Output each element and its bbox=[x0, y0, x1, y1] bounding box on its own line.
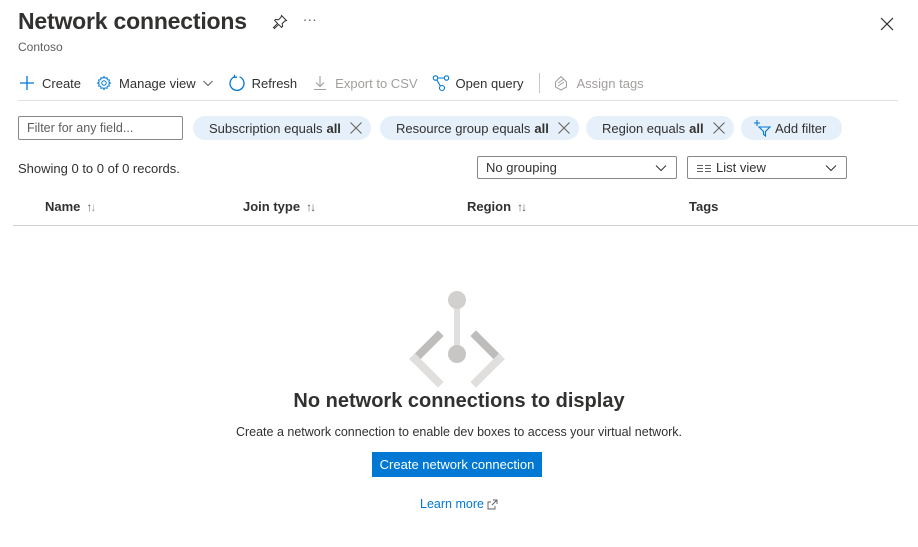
export-csv-button[interactable]: Export to CSV bbox=[311, 74, 418, 92]
empty-state-description: Create a network connection to enable de… bbox=[235, 425, 683, 439]
sort-icon: ↑↓ bbox=[517, 199, 527, 214]
learn-more-container: Learn more bbox=[0, 497, 918, 511]
column-header-tags: Tags bbox=[689, 199, 718, 214]
grouping-selected: No grouping bbox=[486, 160, 557, 175]
column-label: Tags bbox=[689, 199, 719, 214]
network-connection-icon bbox=[409, 291, 505, 388]
sort-icon: ↑↓ bbox=[86, 199, 96, 214]
filter-input[interactable] bbox=[18, 116, 183, 140]
sort-icon: ↑↓ bbox=[306, 199, 316, 214]
assign-tags-button[interactable]: Assign tags bbox=[552, 74, 644, 92]
column-label: Region bbox=[467, 199, 512, 214]
refresh-button[interactable]: Refresh bbox=[228, 74, 298, 92]
remove-filter-icon[interactable] bbox=[557, 121, 571, 135]
create-network-connection-button[interactable]: Create network connection bbox=[372, 452, 542, 477]
open-query-label: Open query bbox=[455, 75, 524, 91]
list-view-icon bbox=[696, 162, 712, 174]
chevron-down-icon bbox=[824, 161, 838, 175]
empty-state-title: No network connections to display bbox=[293, 390, 625, 412]
view-dropdown[interactable]: List view bbox=[687, 156, 847, 179]
plus-icon bbox=[18, 74, 36, 92]
column-header-region[interactable]: Region ↑↓ bbox=[467, 199, 527, 214]
pin-icon[interactable] bbox=[271, 13, 289, 31]
toolbar-divider-line bbox=[18, 100, 898, 101]
chevron-down-icon bbox=[202, 77, 214, 89]
add-filter-label: Add filter bbox=[775, 120, 827, 136]
tag-icon bbox=[552, 74, 570, 92]
add-filter-button[interactable]: Add filter bbox=[741, 116, 843, 140]
manage-view-button[interactable]: Manage view bbox=[95, 74, 214, 92]
download-icon bbox=[311, 74, 329, 92]
page-subtitle: Contoso bbox=[18, 40, 63, 54]
filter-pill-value: all bbox=[326, 120, 341, 136]
gear-icon bbox=[95, 74, 113, 92]
table-header: Name ↑↓ Join type ↑↓ Region ↑↓ Tags bbox=[13, 195, 918, 226]
export-csv-label: Export to CSV bbox=[335, 75, 418, 91]
close-icon[interactable] bbox=[878, 15, 896, 33]
filter-pill-label: Subscription equals bbox=[209, 120, 323, 136]
more-options-icon[interactable]: ··· bbox=[303, 12, 317, 26]
filter-pill-region[interactable]: Region equals all bbox=[586, 116, 734, 140]
learn-more-link[interactable]: Learn more bbox=[420, 497, 498, 511]
column-header-name[interactable]: Name ↑↓ bbox=[45, 199, 96, 214]
remove-filter-icon[interactable] bbox=[712, 121, 726, 135]
view-selected: List view bbox=[716, 160, 766, 175]
filter-pill-label: Region equals bbox=[602, 120, 686, 136]
filter-pill-value: all bbox=[689, 120, 704, 136]
page-title: Network connections bbox=[18, 8, 247, 34]
toolbar-divider bbox=[539, 73, 541, 93]
grouping-dropdown[interactable]: No grouping bbox=[477, 156, 677, 179]
filter-pill-value: all bbox=[534, 120, 549, 136]
assign-tags-label: Assign tags bbox=[576, 75, 644, 91]
manage-view-label: Manage view bbox=[119, 75, 196, 91]
create-button[interactable]: Create bbox=[18, 74, 81, 92]
create-label: Create bbox=[42, 75, 82, 91]
filter-pill-label: Resource group equals bbox=[396, 120, 531, 136]
refresh-icon bbox=[228, 74, 246, 92]
remove-filter-icon[interactable] bbox=[349, 121, 363, 135]
external-link-icon bbox=[487, 499, 498, 510]
command-bar: Create Manage view Refresh Export to CSV… bbox=[18, 70, 898, 96]
page-header: Network connections ··· bbox=[18, 8, 317, 35]
column-label: Name bbox=[45, 199, 81, 214]
add-filter-icon bbox=[753, 119, 771, 137]
query-icon bbox=[432, 74, 450, 92]
chevron-down-icon bbox=[654, 161, 668, 175]
learn-more-label: Learn more bbox=[420, 497, 484, 511]
view-selected-wrap: List view bbox=[696, 160, 824, 175]
open-query-button[interactable]: Open query bbox=[432, 74, 524, 92]
column-header-join-type[interactable]: Join type ↑↓ bbox=[243, 199, 316, 214]
column-label: Join type bbox=[243, 199, 301, 214]
filter-pill-resource-group[interactable]: Resource group equals all bbox=[380, 116, 579, 140]
refresh-label: Refresh bbox=[251, 75, 298, 91]
records-count: Showing 0 to 0 of 0 records. bbox=[18, 161, 180, 176]
filter-pill-subscription[interactable]: Subscription equals all bbox=[193, 116, 371, 140]
